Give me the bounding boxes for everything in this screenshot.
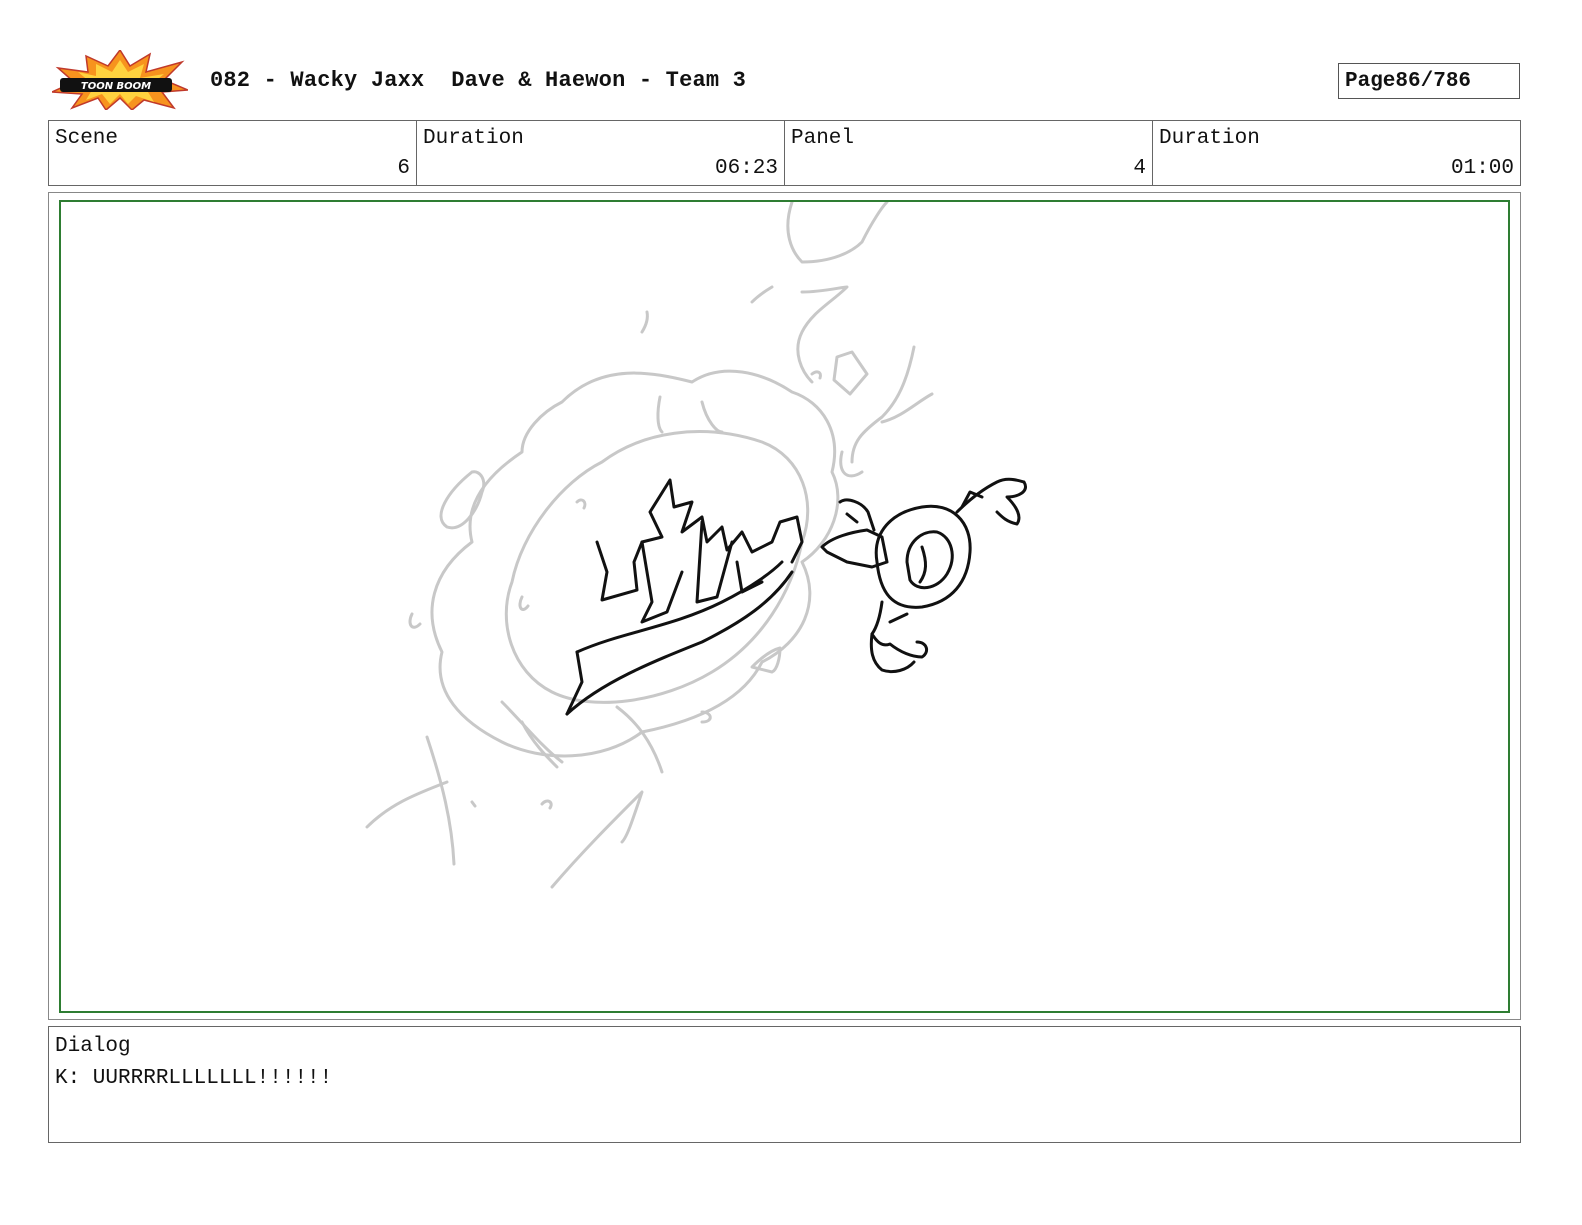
page-number: 86/786 bbox=[1395, 69, 1472, 93]
scene-value: 6 bbox=[397, 157, 410, 180]
scene-duration-label: Duration bbox=[423, 127, 524, 150]
rough-background-sketch bbox=[365, 202, 934, 889]
scene-duration-value: 06:23 bbox=[714, 157, 778, 180]
page-indicator: Page 86/786 bbox=[1338, 63, 1520, 99]
storyboard-title: 082 - Wacky Jaxx Dave & Haewon - Team 3 bbox=[210, 68, 747, 93]
ink-character-sketch bbox=[565, 477, 1027, 716]
logo-text: TOON BOOM bbox=[81, 81, 151, 92]
page-label: Page bbox=[1345, 69, 1396, 93]
panel-cell: Panel 4 bbox=[785, 121, 1153, 185]
panel-duration-label: Duration bbox=[1159, 127, 1260, 150]
panel-duration-cell: Duration 01:00 bbox=[1153, 121, 1520, 185]
storyboard-sketch bbox=[365, 202, 1027, 889]
dialog-text: K: UURRRRLLLLLLL!!!!!! bbox=[55, 1067, 333, 1090]
dialog-box: Dialog K: UURRRRLLLLLLL!!!!!! bbox=[48, 1026, 1521, 1143]
scene-info-table: Scene 6 Duration 06:23 Panel 4 Duration … bbox=[48, 120, 1521, 186]
scene-label: Scene bbox=[55, 127, 119, 150]
toon-boom-logo: TOON BOOM bbox=[52, 50, 188, 110]
scene-duration-cell: Duration 06:23 bbox=[417, 121, 785, 185]
panel-label: Panel bbox=[791, 127, 855, 150]
scene-cell: Scene 6 bbox=[49, 121, 417, 185]
panel-value: 4 bbox=[1133, 157, 1146, 180]
panel-duration-value: 01:00 bbox=[1450, 157, 1514, 180]
dialog-label: Dialog bbox=[55, 1035, 131, 1058]
panel-drawing-area bbox=[59, 200, 1510, 1013]
